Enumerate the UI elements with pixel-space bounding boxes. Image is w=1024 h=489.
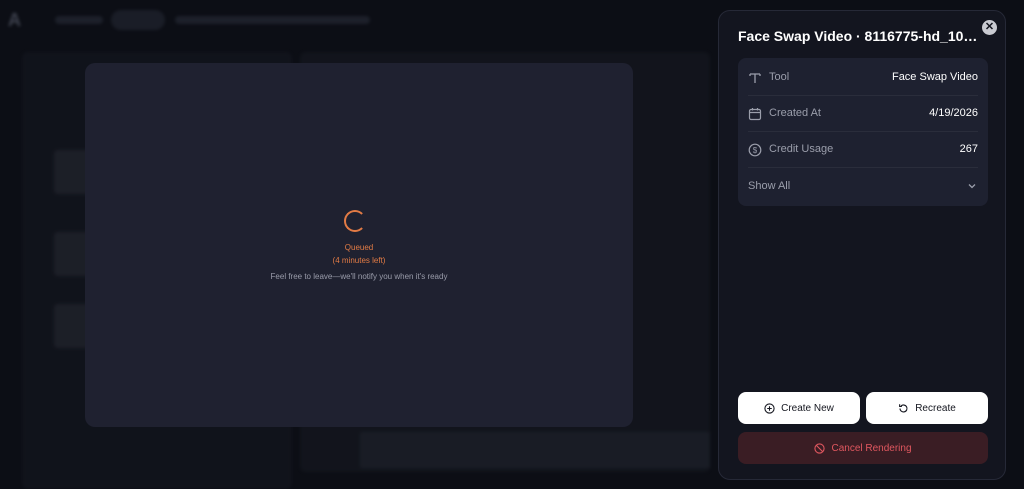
info-row-credit-usage: $ Credit Usage 267 — [748, 132, 978, 168]
info-label: Created At — [769, 107, 821, 119]
info-value: Face Swap Video — [891, 71, 978, 83]
background-placeholder — [55, 16, 103, 24]
info-card: Tool Face Swap Video Created At 4/19/202… — [738, 58, 988, 206]
background-placeholder — [175, 16, 370, 24]
queue-time-left: (4 minutes left) — [332, 256, 386, 265]
plus-circle-icon — [764, 402, 775, 414]
recreate-button[interactable]: Recreate — [866, 392, 988, 424]
show-all-label: Show All — [748, 180, 791, 192]
refresh-icon — [899, 403, 908, 412]
details-panel: Face Swap Video · 8116775-hd_1080... ✕ T… — [718, 10, 1006, 480]
cancel-rendering-button[interactable]: Cancel Rendering — [738, 432, 988, 464]
show-all-toggle[interactable]: Show All — [748, 168, 978, 204]
svg-text:$: $ — [753, 146, 758, 155]
loading-spinner-icon — [344, 210, 366, 232]
info-row-created-at: Created At 4/19/2026 — [748, 96, 978, 132]
calendar-icon — [748, 108, 762, 121]
info-label: Credit Usage — [769, 143, 834, 155]
dollar-coin-icon: $ — [748, 143, 762, 157]
info-row-tool: Tool Face Swap Video — [748, 60, 978, 96]
cancel-rendering-label: Cancel Rendering — [831, 442, 912, 454]
queue-status: Queued — [344, 243, 374, 252]
notify-message: Feel free to leave—we'll notify you when… — [270, 272, 448, 281]
background-timeline — [360, 432, 710, 468]
chevron-down-icon — [968, 184, 976, 189]
info-value: 267 — [959, 143, 978, 155]
info-label: Tool — [769, 71, 790, 83]
info-value: 4/19/2026 — [929, 107, 978, 119]
create-new-label: Create New — [781, 402, 834, 414]
ban-icon — [814, 442, 826, 454]
text-icon — [749, 73, 761, 83]
recreate-label: Recreate — [915, 402, 956, 414]
background-pill — [111, 10, 165, 30]
panel-title: Face Swap Video · 8116775-hd_1080... — [738, 28, 983, 44]
app-logo-icon: A — [8, 10, 21, 30]
create-new-button[interactable]: Create New — [738, 392, 860, 424]
queued-modal: Queued (4 minutes left) Feel free to lea… — [85, 63, 633, 427]
close-icon[interactable]: ✕ — [982, 20, 997, 35]
